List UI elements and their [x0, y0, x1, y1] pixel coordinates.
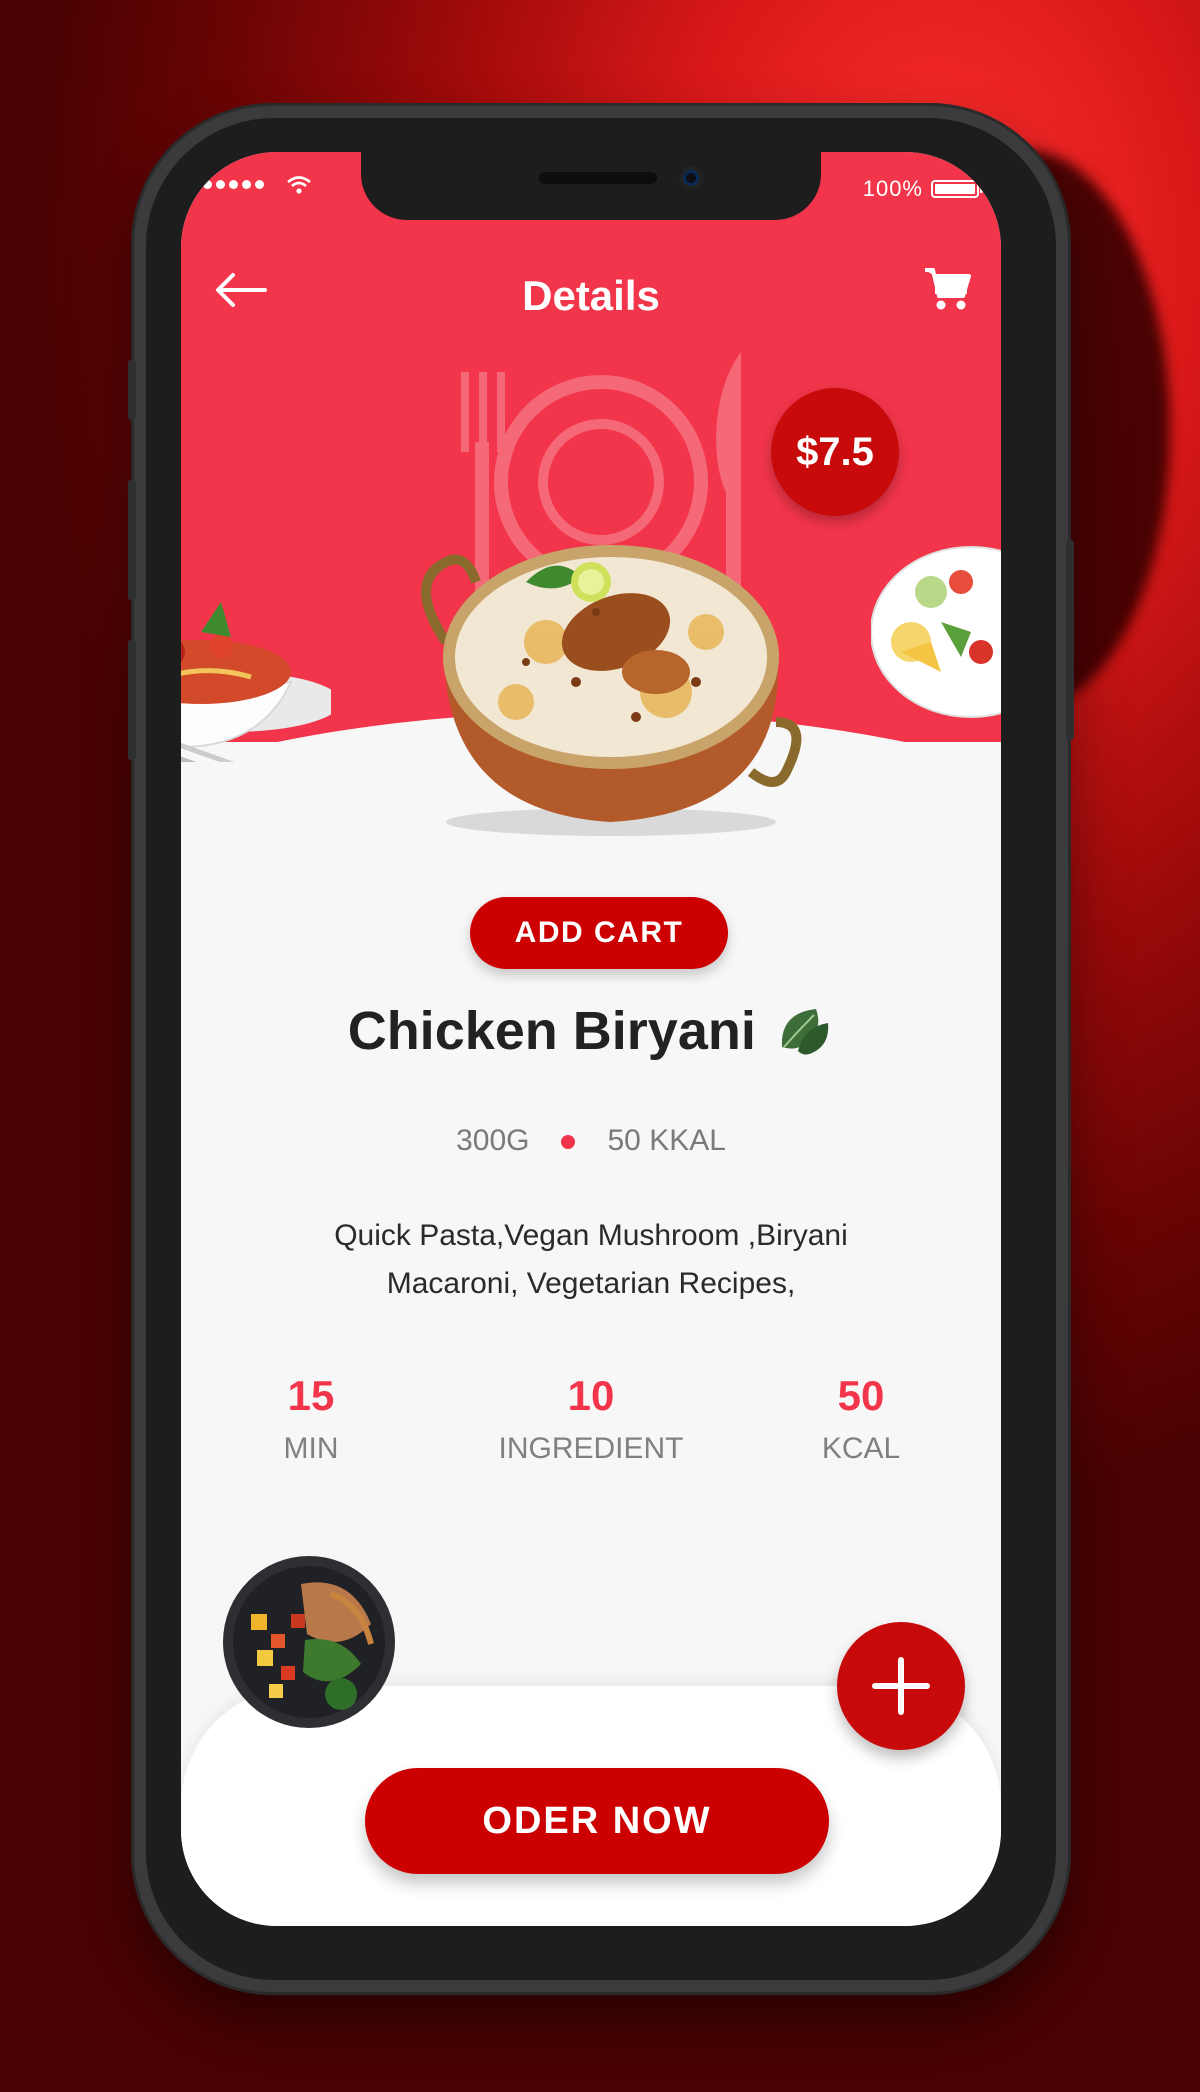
phone-button: [128, 360, 136, 420]
price-badge: $7.5: [771, 388, 899, 516]
stat-label: MIN: [283, 1432, 339, 1465]
veggie-plate-image: [871, 546, 1001, 718]
leaf-icon: [782, 1009, 829, 1055]
page-title: Details: [522, 272, 660, 319]
add-cart-button[interactable]: ADD CART: [470, 897, 728, 969]
signal-icon: [203, 180, 264, 189]
dish-meta: 300G 50 KKAL: [181, 1124, 1001, 1158]
stat-label: INGREDIENT: [498, 1432, 684, 1465]
stat-value: 15: [287, 1372, 335, 1419]
stat-label: KCAL: [821, 1432, 901, 1465]
phone-notch: [361, 152, 821, 220]
front-camera: [679, 166, 703, 190]
dish-description: Quick Pasta,Vegan Mushroom ,Biryani Maca…: [301, 1212, 881, 1308]
phone-button: [128, 480, 136, 600]
weight-text: 300G: [456, 1124, 530, 1157]
dish-title-row: Chicken Biryani: [181, 1000, 1001, 1062]
phone-button: [1066, 540, 1074, 740]
stat-calories: 50 KCAL: [801, 1372, 921, 1466]
dish-name: Chicken Biryani: [347, 1001, 756, 1061]
order-now-button[interactable]: ODER NOW: [365, 1768, 829, 1874]
biryani-bowl-image: [421, 545, 802, 836]
salad-bowl-image: [181, 602, 331, 762]
side-dish-thumbnail[interactable]: [221, 1554, 397, 1730]
add-quantity-button[interactable]: [837, 1622, 965, 1750]
stat-value: 50: [837, 1372, 885, 1419]
meta-separator-dot: [561, 1135, 576, 1150]
plus-icon: [872, 1657, 930, 1715]
description-line: Quick Pasta,Vegan Mushroom ,Biryani: [334, 1219, 848, 1252]
top-bar: Details: [181, 252, 1001, 332]
shopping-cart-icon[interactable]: [923, 266, 971, 312]
stat-time: 15 MIN: [251, 1372, 371, 1466]
speaker: [539, 172, 657, 184]
wifi-icon: [287, 176, 311, 194]
phone-button: [128, 640, 136, 760]
description-line: Macaroni, Vegetarian Recipes,: [386, 1267, 796, 1300]
app-screen: 100% Details $7.5 ADD CART Chicken Birya…: [181, 152, 1001, 1926]
energy-text: 50 KKAL: [607, 1124, 726, 1157]
stat-value: 10: [567, 1372, 615, 1419]
stat-ingredients: 10 INGREDIENT: [471, 1372, 711, 1466]
battery-percent: 100%: [862, 176, 923, 201]
battery-icon: [931, 180, 983, 198]
